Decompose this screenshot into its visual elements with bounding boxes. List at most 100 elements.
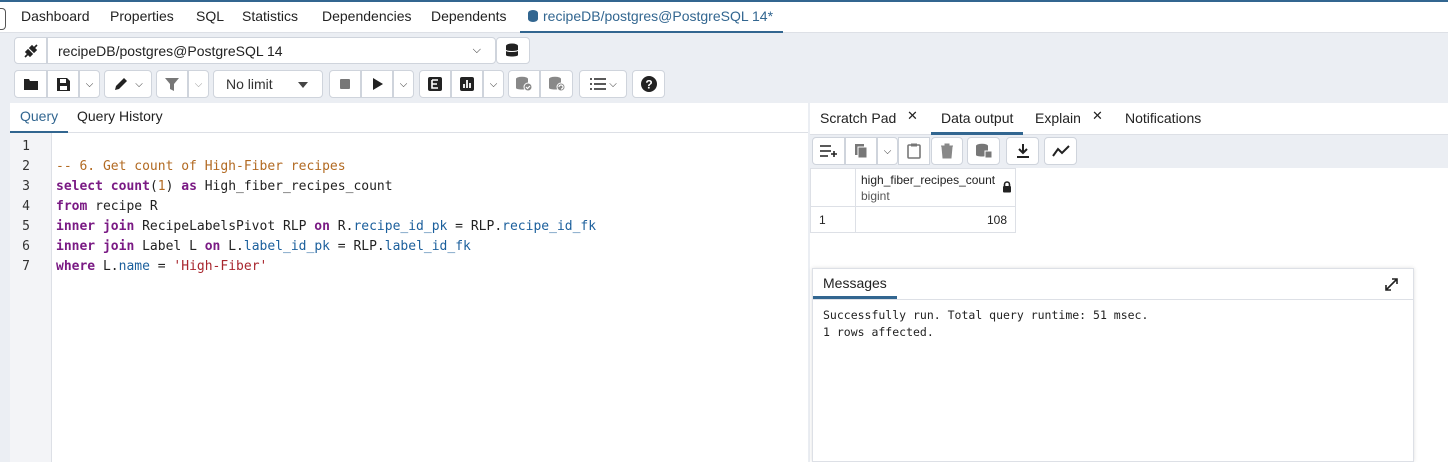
column-type: bigint xyxy=(861,189,890,203)
data-output-toolbar: ⌵ xyxy=(810,135,1448,168)
copy-options-dropdown[interactable]: ⌵ xyxy=(877,137,898,165)
chevron-down-icon: ⌵ xyxy=(883,145,892,157)
rollback-button[interactable] xyxy=(540,70,573,98)
code-token: label_id_fk xyxy=(384,239,471,254)
row-number: 1 xyxy=(819,213,826,227)
result-cell[interactable]: 108 xyxy=(855,206,1016,233)
query-tabs: Query Query History xyxy=(9,103,808,133)
tab-dependencies[interactable]: Dependencies xyxy=(322,8,412,24)
code-token: recipe R xyxy=(87,199,158,214)
chevron-down-icon: ⌵ xyxy=(135,78,143,90)
line-chart-icon xyxy=(1051,145,1070,157)
code-line: where L.name = 'High-Fiber' xyxy=(56,259,267,274)
code-token: RecipeLabelsPivot RLP xyxy=(134,219,315,234)
new-connection-button[interactable] xyxy=(496,37,530,64)
line-number: 1 xyxy=(22,139,30,154)
paste-button[interactable] xyxy=(898,137,930,165)
close-icon[interactable]: ✕ xyxy=(907,108,918,124)
tab-query-history[interactable]: Query History xyxy=(77,108,163,124)
code-token: -- 6. Get count of High-Fiber recipes xyxy=(56,159,346,174)
add-row-button[interactable] xyxy=(812,137,845,165)
chevron-down-icon: ⌵ xyxy=(85,78,94,90)
tab-notifications[interactable]: Notifications xyxy=(1125,110,1201,126)
copy-button[interactable] xyxy=(845,137,877,165)
tab-query-tool-label: recipeDB/postgres@PostgreSQL 14* xyxy=(543,8,774,24)
tab-explain[interactable]: Explain xyxy=(1035,110,1081,126)
download-button[interactable] xyxy=(1006,137,1039,165)
explain-options-dropdown[interactable]: ⌵ xyxy=(483,70,504,98)
code-token: R. xyxy=(329,219,354,234)
open-file-button[interactable] xyxy=(14,70,47,98)
database-rollback-icon xyxy=(548,76,565,92)
code-token: on xyxy=(204,239,221,254)
play-icon xyxy=(373,78,383,90)
tab-query-tool[interactable]: recipeDB/postgres@PostgreSQL 14* xyxy=(519,8,784,34)
grid-corner-cell[interactable] xyxy=(810,168,856,207)
connection-select[interactable]: recipeDB/postgres@PostgreSQL 14 ⌵ xyxy=(47,37,496,64)
column-name: high_fiber_recipes_count xyxy=(861,173,996,187)
pencil-icon xyxy=(115,78,128,90)
folder-icon xyxy=(23,79,38,90)
maximize-icon[interactable] xyxy=(1384,277,1399,292)
code-token: name xyxy=(118,259,150,274)
help-icon: ? xyxy=(640,76,657,92)
chevron-down-icon: ⌵ xyxy=(399,78,408,90)
code-token: ) xyxy=(165,179,182,194)
grid-column-header[interactable]: high_fiber_recipes_count bigint xyxy=(855,168,1016,207)
panel-toggle-icon[interactable] xyxy=(0,8,6,30)
filter-button[interactable] xyxy=(156,70,188,98)
execute-options-dropdown[interactable]: ⌵ xyxy=(393,70,414,98)
tab-statistics[interactable]: Statistics xyxy=(242,8,298,24)
explain-button[interactable] xyxy=(419,70,451,98)
code-line: inner join RecipeLabelsPivot RLP on R.re… xyxy=(56,219,596,234)
chart-icon xyxy=(460,77,474,91)
tab-messages[interactable]: Messages xyxy=(813,275,897,299)
left-margin xyxy=(0,33,10,462)
tab-query[interactable]: Query xyxy=(9,108,69,133)
row-limit-select[interactable]: No limit xyxy=(213,70,323,98)
stop-query-button[interactable] xyxy=(329,70,361,98)
code-token: L. xyxy=(220,239,244,254)
line-number: 6 xyxy=(22,239,30,254)
chevron-down-icon: ⌵ xyxy=(489,78,498,90)
list-icon xyxy=(590,78,607,90)
save-data-button[interactable] xyxy=(967,137,1000,165)
filter-icon xyxy=(165,77,179,91)
caret-down-icon xyxy=(298,82,308,88)
save-file-button[interactable] xyxy=(47,70,79,98)
tab-properties[interactable]: Properties xyxy=(110,8,174,24)
line-number: 5 xyxy=(22,219,30,234)
code-token: Label L xyxy=(134,239,205,254)
code-token: label_id_pk xyxy=(243,239,330,254)
messages-header: Messages xyxy=(813,269,1413,300)
tab-scratch-pad[interactable]: Scratch Pad xyxy=(820,110,896,126)
chevron-down-icon: ⌵ xyxy=(472,44,481,56)
row-limit-label: No limit xyxy=(226,76,273,92)
macros-button[interactable]: ⌵ xyxy=(579,70,627,98)
row-number-cell[interactable]: 1 xyxy=(810,206,856,233)
code-token: inner join xyxy=(56,239,135,254)
line-number: 3 xyxy=(22,179,30,194)
close-icon[interactable]: ✕ xyxy=(1092,108,1103,124)
tab-dashboard[interactable]: Dashboard xyxy=(21,8,90,24)
filter-options-dropdown[interactable]: ⌵ xyxy=(188,70,209,98)
messages-panel: Messages Successfully run. Total query r… xyxy=(812,268,1414,462)
commit-button[interactable] xyxy=(508,70,540,98)
explain-analyze-button[interactable] xyxy=(451,70,483,98)
code-line: inner join Label L on L.label_id_pk = RL… xyxy=(56,239,471,254)
tab-dependents[interactable]: Dependents xyxy=(431,8,507,24)
download-icon xyxy=(1016,144,1029,158)
tab-sql[interactable]: SQL xyxy=(196,8,224,24)
help-button[interactable]: ? xyxy=(632,70,665,98)
graph-visualiser-button[interactable] xyxy=(1044,137,1077,165)
chevron-down-icon: ⌵ xyxy=(194,78,203,90)
code-line: from recipe R xyxy=(56,199,158,214)
save-options-dropdown[interactable]: ⌵ xyxy=(79,70,100,98)
execute-button[interactable] xyxy=(361,70,393,98)
tab-data-output[interactable]: Data output xyxy=(930,110,1024,135)
edit-menu-button[interactable]: ⌵ xyxy=(104,70,152,98)
connection-status-button[interactable] xyxy=(14,37,47,64)
code-token: = RLP. xyxy=(329,239,385,254)
delete-button[interactable] xyxy=(931,137,963,165)
code-token: select xyxy=(56,179,103,194)
